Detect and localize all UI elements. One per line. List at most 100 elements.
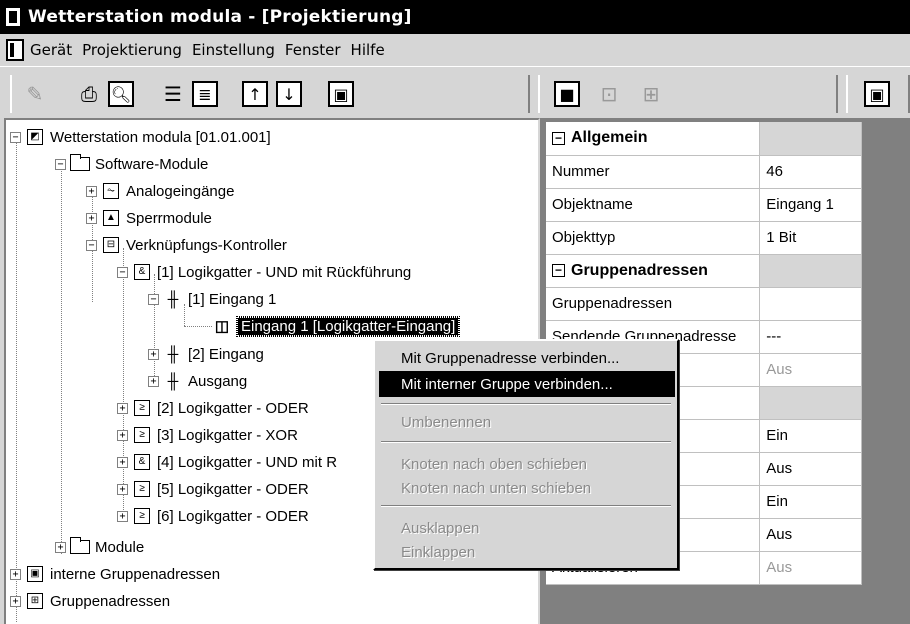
expand-icon[interactable]: + — [10, 595, 21, 607]
printer-icon[interactable]: ⎙ — [74, 79, 104, 109]
input-pin-icon: ╫ — [167, 345, 179, 363]
collapse-icon[interactable]: − — [117, 266, 128, 278]
property-row[interactable]: Gruppenadressen — [546, 287, 862, 321]
document-icon[interactable] — [6, 39, 24, 61]
tree-item-gate-6[interactable]: + ≥ [6] Logikgatter - ODER — [117, 503, 309, 529]
arrow-down-icon[interactable]: ↓ — [276, 81, 302, 107]
property-value[interactable]: 46 — [759, 155, 862, 189]
property-value[interactable]: Ein — [759, 485, 862, 519]
tree-guide-line — [184, 304, 185, 326]
menu-hilfe[interactable]: Hilfe — [351, 41, 385, 59]
lock-icon[interactable]: ■ — [554, 81, 580, 107]
expand-icon[interactable]: + — [117, 483, 128, 495]
property-value[interactable] — [759, 287, 862, 321]
expand-icon[interactable]: + — [148, 348, 159, 360]
tree-item-gate-1[interactable]: − & [1] Logikgatter - UND mit Rückführun… — [117, 259, 411, 285]
tree-item-software-modules[interactable]: − Software-Module — [55, 151, 208, 177]
menu-einstellung[interactable]: Einstellung — [192, 41, 275, 59]
input-pin-icon: ╫ — [167, 290, 179, 308]
expand-icon[interactable]: + — [148, 375, 159, 387]
collapse-icon[interactable]: − — [86, 239, 97, 251]
tree-item-logic-controller[interactable]: − ⊟ Verknüpfungs-Kontroller — [86, 232, 287, 258]
expand-icon[interactable]: + — [55, 541, 66, 553]
menu-item-connect-group-address[interactable]: Mit Gruppenadresse verbinden... — [379, 345, 675, 371]
tree-list-icon[interactable]: ≣ — [192, 81, 218, 107]
tree-item-gate-5[interactable]: + ≥ [5] Logikgatter - ODER — [117, 476, 309, 502]
tree-item-gate-1-input-1[interactable]: − ╫ [1] Eingang 1 — [148, 286, 276, 312]
print-preview-icon[interactable]: 🔍︎ — [108, 81, 134, 107]
menu-item-connect-internal-group[interactable]: Mit interner Gruppe verbinden... — [379, 371, 675, 397]
property-name: Objekttyp — [546, 221, 761, 255]
property-value[interactable]: Eingang 1 — [759, 188, 862, 222]
property-section-general[interactable]: − Allgemein — [546, 122, 862, 156]
property-row[interactable]: Objektname Eingang 1 — [546, 188, 862, 222]
tree-item-gate-3[interactable]: + ≥ [3] Logikgatter - XOR — [117, 422, 298, 448]
collapse-icon[interactable]: − — [552, 131, 565, 145]
expand-icon[interactable]: + — [117, 456, 128, 468]
expand-icon[interactable]: + — [117, 510, 128, 522]
tree-item-group-addresses[interactable]: + ⊞ Gruppenadressen — [10, 588, 170, 614]
tree-item-label: [4] Logikgatter - UND mit R — [157, 453, 338, 471]
device-icon: ◩ — [25, 128, 45, 146]
property-value[interactable]: Aus — [759, 452, 862, 486]
expand-icon[interactable]: + — [117, 402, 128, 414]
tree-item-label: [2] Eingang — [188, 345, 264, 363]
list-icon[interactable]: ☰ — [158, 79, 188, 109]
tree-item-gate-input-selected[interactable]: ◫ Eingang 1 [Logikgatter-Eingang] — [212, 313, 461, 339]
monitor-icon[interactable]: ▣ — [328, 81, 354, 107]
menu-item-rename[interactable]: Umbenennen — [379, 409, 675, 435]
collapse-icon[interactable]: − — [55, 158, 66, 170]
property-row[interactable]: Nummer 46 — [546, 155, 862, 189]
menu-geraet[interactable]: Gerät — [30, 41, 72, 59]
property-value[interactable]: --- — [759, 320, 862, 354]
tree-item-modules[interactable]: + Module — [55, 534, 144, 560]
collapse-icon[interactable]: − — [10, 131, 21, 143]
tree-item-analog-inputs[interactable]: + ⏦ Analogeingänge — [86, 178, 234, 204]
property-value[interactable]: Ein — [759, 419, 862, 453]
tree-item-label: Gruppenadressen — [50, 592, 171, 610]
context-menu: Mit Gruppenadresse verbinden... Mit inte… — [373, 339, 679, 570]
property-name: Nummer — [546, 155, 761, 189]
tree-item-internal-groups[interactable]: + ▣ interne Gruppenadressen — [10, 561, 220, 587]
expand-icon[interactable]: + — [117, 429, 128, 441]
expand-icon[interactable]: + — [86, 185, 97, 197]
and-gate-icon: & — [132, 453, 152, 471]
tree-item-label: [1] Logikgatter - UND mit Rückführung — [157, 263, 412, 281]
property-value[interactable]: Aus — [759, 551, 862, 585]
menu-item-collapse[interactable]: Einklappen — [379, 539, 675, 565]
tree-item-gate-1-output[interactable]: + ╫ Ausgang — [148, 368, 247, 394]
tree-item-label: Eingang 1 [Logikgatter-Eingang] — [235, 315, 461, 337]
tree-item-lock-modules[interactable]: + ▲ Sperrmodule — [86, 205, 212, 231]
analog-input-icon: ⏦ — [101, 182, 121, 200]
frame-icon[interactable]: ▣ — [864, 81, 890, 107]
property-value[interactable]: Aus — [759, 518, 862, 552]
app-icon[interactable] — [4, 6, 22, 28]
collapse-icon[interactable]: − — [148, 293, 159, 305]
tree-item-gate-4[interactable]: + & [4] Logikgatter - UND mit R — [117, 449, 337, 475]
menu-fenster[interactable]: Fenster — [285, 41, 341, 59]
menu-item-expand[interactable]: Ausklappen — [379, 515, 675, 541]
menu-item-move-node-down[interactable]: Knoten nach unten schieben — [379, 475, 675, 501]
expand-icon[interactable]: + — [86, 212, 97, 224]
expand-icon[interactable]: + — [10, 568, 21, 580]
tree-item-label: [6] Logikgatter - ODER — [157, 507, 309, 525]
property-section-groups[interactable]: − Gruppenadressen — [546, 254, 862, 288]
tree-item-label: [1] Eingang 1 — [188, 290, 277, 308]
menu-bar: Gerät Projektierung Einstellung Fenster … — [0, 34, 910, 66]
property-name: Objektname — [546, 188, 761, 222]
tree-item-root[interactable]: − ◩ Wetterstation modula [01.01.001] — [10, 124, 271, 150]
tree-item-gate-1-input-2[interactable]: + ╫ [2] Eingang — [148, 341, 264, 367]
property-value[interactable]: Aus — [759, 353, 862, 387]
menu-projektierung[interactable]: Projektierung — [82, 41, 182, 59]
gate-icon[interactable]: ⊡ — [594, 79, 624, 109]
property-value[interactable]: 1 Bit — [759, 221, 862, 255]
menu-item-move-node-up[interactable]: Knoten nach oben schieben — [379, 451, 675, 477]
toolbar-group-view: ▣ — [846, 75, 910, 113]
arrow-up-icon[interactable]: ↑ — [242, 81, 268, 107]
gate-input-icon[interactable]: ⊞ — [636, 79, 666, 109]
collapse-icon[interactable]: − — [552, 263, 565, 277]
tree-item-gate-2[interactable]: + ≥ [2] Logikgatter - ODER — [117, 395, 309, 421]
section-header: − Gruppenadressen — [546, 254, 761, 288]
pencil-icon[interactable]: ✎ — [20, 79, 50, 109]
property-row[interactable]: Objekttyp 1 Bit — [546, 221, 862, 255]
